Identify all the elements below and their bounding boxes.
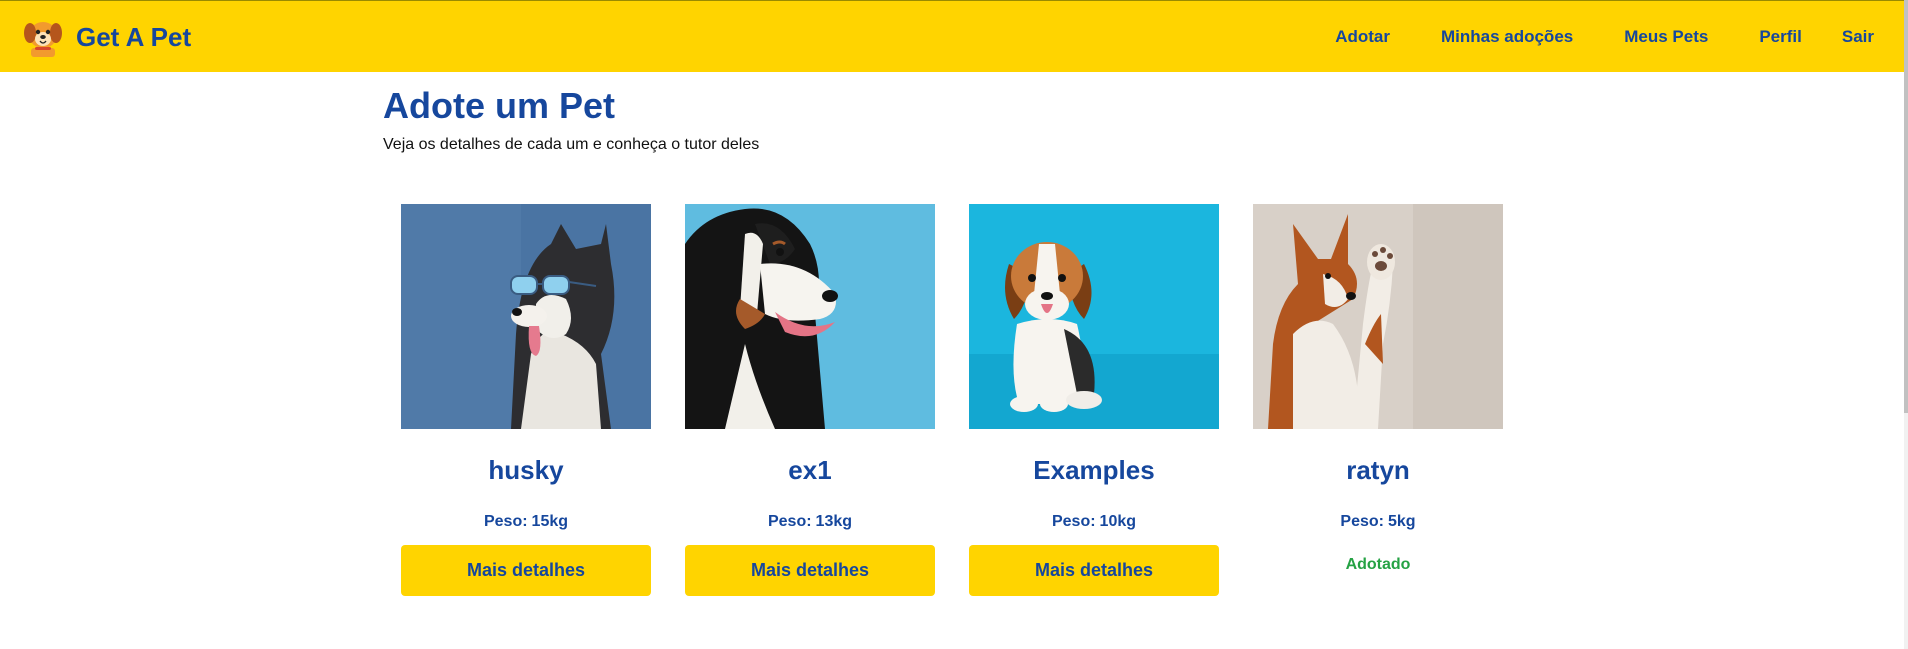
- details-button[interactable]: Mais detalhes: [969, 545, 1219, 596]
- pet-weight-value: 10kg: [1099, 513, 1137, 530]
- pet-card: ex1 Peso: 13kg Mais detalhes: [685, 204, 935, 596]
- pet-weight: Peso: 15kg: [484, 513, 568, 531]
- beagle-puppy-photo: [969, 204, 1219, 429]
- pet-weight-label: Peso:: [1340, 513, 1384, 530]
- pet-weight-label: Peso:: [1051, 513, 1096, 530]
- adopted-status: Adotado: [1345, 556, 1411, 573]
- page-title: Adote um Pet: [383, 85, 616, 126]
- page-subtitle: Veja os detalhes de cada um e conheça o …: [383, 136, 760, 153]
- pet-weight-label: Peso:: [767, 513, 812, 530]
- pet-card: husky Peso: 15kg Mais detalhes: [401, 204, 651, 596]
- pet-weight: Peso: 10kg: [1052, 513, 1136, 531]
- pet-card: ratyn Peso: 5kg Adotado: [1253, 204, 1503, 596]
- pet-weight-value: 5kg: [1388, 513, 1416, 530]
- pet-name: ratyn: [1346, 455, 1410, 485]
- pet-name: ex1: [788, 455, 832, 485]
- pet-card: Examples Peso: 10kg Mais detalhes: [969, 204, 1219, 596]
- nav-sair[interactable]: Sair: [1842, 27, 1874, 47]
- nav-meus-pets[interactable]: Meus Pets: [1624, 27, 1708, 47]
- pet-name: husky: [488, 455, 564, 485]
- pet-name: Examples: [1033, 455, 1155, 485]
- scrollbar-thumb[interactable]: [1904, 0, 1908, 413]
- husky-with-sunglasses-photo: [401, 204, 651, 429]
- details-button[interactable]: Mais detalhes: [401, 545, 651, 596]
- dog-logo-icon: [24, 22, 62, 57]
- pet-weight: Peso: 13kg: [768, 513, 852, 531]
- brand-home-link[interactable]: Get A Pet: [22, 15, 191, 59]
- nav-minhas-adocoes[interactable]: Minhas adoções: [1441, 27, 1573, 47]
- details-button[interactable]: Mais detalhes: [685, 545, 935, 596]
- pet-weight-value: 15kg: [531, 513, 569, 530]
- main-nav: Adotar Minhas adoções Meus Pets Perfil S…: [1335, 1, 1874, 73]
- brand-name: Get A Pet: [76, 21, 192, 52]
- pet-weight-value: 13kg: [815, 513, 853, 530]
- basenji-waving-photo: [1253, 204, 1503, 429]
- nav-perfil[interactable]: Perfil: [1759, 27, 1802, 47]
- page-scrollbar[interactable]: [1904, 0, 1908, 649]
- pet-weight-label: Peso:: [483, 513, 528, 530]
- top-navbar: Get A Pet Adotar Minhas adoções Meus Pet…: [0, 0, 1904, 72]
- pet-weight: Peso: 5kg: [1340, 513, 1415, 531]
- bernese-dog-photo: [685, 204, 935, 429]
- nav-adotar[interactable]: Adotar: [1335, 27, 1390, 47]
- pet-card-list: husky Peso: 15kg Mais detalhes ex1 Peso: 1…: [401, 204, 1503, 596]
